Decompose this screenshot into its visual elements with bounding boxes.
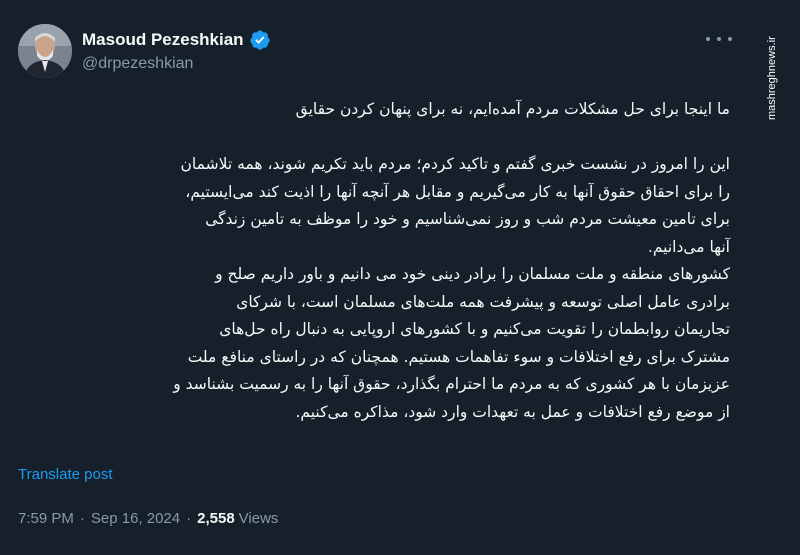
post-time[interactable]: 7:59 PM <box>18 510 74 527</box>
verified-badge-icon <box>249 30 270 50</box>
tweet-line: مشترک برای رفع اختلافات و سوء تفاهمات هس… <box>187 347 730 366</box>
tweet-line: را برای احقاق حقوق آنها به کار می‌گیریم … <box>185 182 730 201</box>
author-display-name[interactable]: Masoud Pezeshkian <box>82 30 244 50</box>
views-count: 2,558 <box>197 510 235 527</box>
author-handle[interactable]: @drpezeshkian <box>82 55 271 73</box>
post-date[interactable]: Sep 16, 2024 <box>91 510 180 527</box>
more-dot-icon <box>728 37 732 41</box>
more-dot-icon <box>706 37 710 41</box>
tweet-text: ما اینجا برای حل مشکلات مردم آمده‌ایم، ن… <box>18 96 730 426</box>
tweet-line: تجاریمان روابطمان را تقویت می‌کنیم و با … <box>219 320 730 338</box>
more-dot-icon <box>717 37 721 41</box>
tweet-header: Masoud Pezeshkian @drpezeshkian <box>18 24 271 78</box>
tweet-line: برادری عامل اصلی توسعه و پیشرفت همه ملت‌… <box>236 292 730 311</box>
author-name-row[interactable]: Masoud Pezeshkian <box>82 29 271 51</box>
tweet-line: این را امروز در نشست خبری گفتم و تاکید ک… <box>180 155 730 173</box>
translate-post-link[interactable]: Translate post <box>18 466 113 483</box>
more-options-button[interactable] <box>706 32 732 46</box>
tweet-line: ما اینجا برای حل مشکلات مردم آمده‌ایم، ن… <box>295 100 730 118</box>
tweet-line: کشورهای منطقه و ملت مسلمان را برادر دینی… <box>215 265 730 283</box>
author-names: Masoud Pezeshkian @drpezeshkian <box>82 29 271 73</box>
views-label: Views <box>238 510 279 527</box>
meta-separator: · <box>79 510 85 527</box>
watermark-url: mashreghnews.ir <box>766 36 778 120</box>
tweet-line: عزیزمان با هر کشوری که به مردم ما احترام… <box>173 375 730 393</box>
meta-separator: · <box>186 510 192 527</box>
tweet-line: از موضع رفع اختلافات و عمل به تعهدات وار… <box>295 402 731 421</box>
tweet-screenshot: Masoud Pezeshkian @drpezeshkian mashregh… <box>0 0 800 555</box>
tweet-line: آنها می‌دانیم. <box>647 237 730 256</box>
tweet-line: برای تامین معیشت مردم شب و روز نمی‌شناسی… <box>205 210 730 228</box>
avatar[interactable] <box>18 24 72 78</box>
tweet-meta: 7:59 PM · Sep 16, 2024 · 2,558 Views <box>18 510 278 527</box>
